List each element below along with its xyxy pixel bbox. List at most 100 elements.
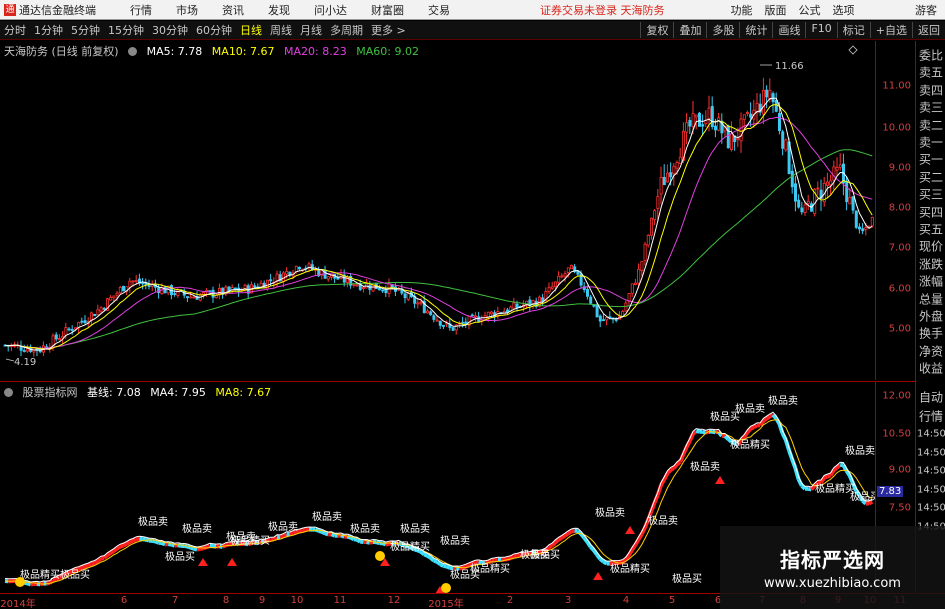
menu-function[interactable]: 功能 [725, 2, 759, 18]
candle-body [563, 273, 567, 277]
period-intraday[interactable]: 分时 [0, 22, 30, 38]
candle-body [637, 268, 641, 284]
candle [9, 343, 13, 352]
candle-body [227, 286, 231, 292]
menu-trade[interactable]: 交易 [416, 2, 462, 18]
candle [826, 172, 830, 198]
candle [118, 285, 122, 295]
menu-discover[interactable]: 发现 [256, 2, 302, 18]
candle-body [691, 113, 695, 127]
menu-wealth[interactable]: 财富圈 [359, 2, 416, 18]
menu-ask[interactable]: 问小达 [302, 2, 359, 18]
candlestick-chart[interactable]: 11.66 4.19 [0, 41, 875, 380]
candle [784, 138, 788, 152]
candle [755, 93, 759, 124]
indicator-segment [81, 564, 86, 570]
candle-body [557, 275, 561, 283]
precise-buy-label: 极品精买 [470, 562, 510, 575]
statistics-button[interactable]: 统计 [739, 22, 772, 38]
indicator-segment [132, 537, 138, 543]
quote-field-label: 卖四 [918, 83, 943, 98]
multi-stock-button[interactable]: 多股 [706, 22, 739, 38]
candle-body [666, 172, 670, 183]
candle-body [624, 302, 628, 312]
candle [634, 278, 638, 286]
candle [224, 285, 228, 297]
candle [851, 196, 855, 215]
period-multi[interactable]: 多周期 [326, 22, 367, 38]
candle [806, 194, 810, 211]
period-60min[interactable]: 60分钟 [192, 22, 236, 38]
precise-buy-label: 极品精买 [815, 482, 855, 495]
quote-field-label: 委比 [918, 48, 943, 63]
yellow-circle-icon [15, 577, 25, 587]
period-30min[interactable]: 30分钟 [148, 22, 192, 38]
candle-body [774, 99, 778, 112]
candle-body [547, 286, 551, 293]
indicator-segment [90, 561, 96, 566]
candle [246, 283, 250, 300]
quote-field-label: 卖二 [918, 118, 943, 133]
candle-body [486, 311, 490, 318]
add-watchlist-button[interactable]: +自选 [869, 22, 912, 38]
menu-options[interactable]: 选项 [827, 2, 861, 18]
candle [457, 320, 461, 328]
indicator-segment [272, 535, 279, 542]
candle-body [377, 288, 381, 291]
candlestick-panel[interactable]: 11.66 4.19 天海防务 (日线 前复权) MA5: 7.78 MA10: … [0, 41, 915, 380]
mark-button[interactable]: 标记 [836, 22, 870, 38]
back-button[interactable]: 返回 [912, 22, 945, 38]
watermark-title: 指标严选网 [780, 548, 885, 572]
period-monthly[interactable]: 月线 [296, 22, 326, 38]
overlay-button[interactable]: 叠加 [673, 22, 706, 38]
indicator-segment [366, 540, 371, 545]
candle-body [726, 125, 730, 149]
precise-buy-label: 极品精买 [230, 534, 270, 547]
indicator-segment [494, 557, 499, 563]
period-weekly[interactable]: 周线 [266, 22, 296, 38]
candle [361, 286, 365, 293]
candle-body [390, 284, 394, 289]
precise-buy-label: 极品精买 [730, 438, 770, 451]
menu-formula[interactable]: 公式 [793, 2, 827, 18]
menu-layout[interactable]: 版面 [759, 2, 793, 18]
adjust-button[interactable]: 复权 [640, 22, 673, 38]
quote-tick-label: 行情 [918, 409, 943, 423]
candle [586, 285, 590, 300]
indicator-settings-icon[interactable] [4, 388, 13, 397]
menu-market[interactable]: 行情 [118, 2, 164, 18]
candle-body [653, 210, 657, 221]
candle [288, 271, 292, 278]
menu-news[interactable]: 资讯 [210, 2, 256, 18]
quote-side-panel: 委比 卖五 卖四 卖三 卖二 卖一 买一 买二 买三 买四 买五 现价 涨跌 涨幅 总量 外盘 换手 净资 收益 自动… [915, 41, 945, 593]
period-15min[interactable]: 15分钟 [104, 22, 148, 38]
candle [22, 344, 26, 353]
candle-body [736, 137, 740, 141]
candle [32, 347, 36, 357]
main-chart-header: 天海防务 (日线 前复权) MA5: 7.78 MA10: 7.67 MA20:… [4, 43, 425, 59]
f10-button[interactable]: F10 [805, 22, 836, 38]
menu-marketplace[interactable]: 市场 [164, 2, 210, 18]
indicator-segment [832, 466, 839, 472]
period-daily[interactable]: 日线 [236, 22, 266, 38]
draw-line-button[interactable]: 画线 [772, 22, 805, 38]
indicator-segment [749, 425, 755, 431]
candle [371, 284, 375, 293]
quote-field-label: 涨幅 [918, 274, 943, 289]
indicator-title: 股票指标网 [22, 386, 78, 399]
candle [93, 313, 97, 317]
guest-label[interactable]: 游客 [915, 2, 945, 18]
candle [758, 93, 762, 116]
period-more[interactable]: 更多 > [367, 22, 410, 38]
settings-dot-icon[interactable] [128, 47, 138, 56]
candle-body [634, 282, 638, 285]
candle-body [707, 107, 711, 120]
candle-body [826, 181, 830, 186]
indicator-segment [324, 531, 329, 537]
candle [563, 270, 567, 282]
candle-body [816, 187, 820, 190]
price-tick: 5.00 [888, 323, 911, 335]
period-1min[interactable]: 1分钟 [30, 22, 67, 38]
period-5min[interactable]: 5分钟 [67, 22, 104, 38]
candle-body [326, 276, 330, 280]
